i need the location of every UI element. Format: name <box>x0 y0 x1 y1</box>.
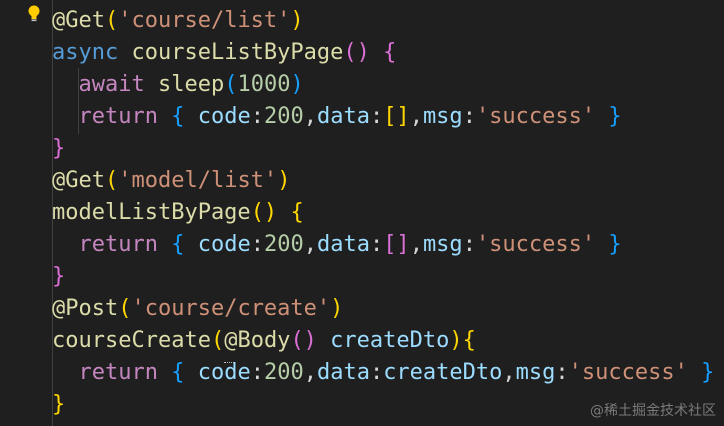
code-token: msg <box>422 232 463 257</box>
code-line[interactable]: @Get('course/list') <box>52 5 304 37</box>
code-token: , <box>502 360 516 385</box>
code-token: , <box>409 104 423 129</box>
code-token: { <box>462 328 476 353</box>
code-line[interactable]: await sleep(1000) <box>52 69 304 101</box>
code-token: { <box>171 104 185 129</box>
code-token: { <box>171 232 185 257</box>
code-token: : <box>250 360 264 385</box>
code-token: [] <box>383 104 410 129</box>
code-token: @Post <box>52 296 119 321</box>
code-token: code <box>184 360 251 385</box>
code-token: @Get <box>52 168 105 193</box>
lightbulb-icon[interactable] <box>27 4 41 24</box>
code-token: msg <box>422 104 463 129</box>
code-line[interactable]: @Post('course/create') <box>52 293 343 325</box>
code-token: } <box>608 232 622 257</box>
code-token: } <box>701 360 715 385</box>
code-token: 'success' <box>475 232 596 257</box>
code-token: data <box>316 232 370 257</box>
code-token: 'course/list' <box>118 8 291 33</box>
code-token: : <box>462 104 476 129</box>
code-token: 200 <box>263 232 304 257</box>
code-token: { <box>171 360 185 385</box>
code-token: () <box>343 40 370 65</box>
code-token: @Body <box>224 328 291 353</box>
code-line[interactable]: } <box>52 261 65 293</box>
code-token: ( <box>118 296 132 321</box>
code-token: 200 <box>263 104 304 129</box>
code-token: 'success' <box>475 104 596 129</box>
code-token: 1000 <box>237 72 291 97</box>
code-line[interactable]: modelListByPage() { <box>52 197 304 229</box>
code-token: return <box>52 104 172 129</box>
code-token: ) <box>290 72 304 97</box>
watermark: @稀土掘金技术社区 <box>590 403 716 419</box>
code-token: : <box>369 104 384 129</box>
code-token: , <box>303 104 317 129</box>
code-token: code <box>184 104 251 129</box>
code-token: { <box>290 200 304 225</box>
code-token: ) <box>449 328 463 353</box>
code-token: data <box>316 104 370 129</box>
code-token: courseCreate <box>52 328 211 353</box>
code-token: ( <box>224 72 238 97</box>
code-token: : <box>369 232 384 257</box>
code-token: return <box>52 232 172 257</box>
code-token: { <box>383 40 397 65</box>
code-token: await <box>52 72 158 97</box>
code-token: } <box>608 104 622 129</box>
code-token: } <box>52 264 66 289</box>
code-token: ) <box>277 168 291 193</box>
code-token: : <box>250 104 264 129</box>
code-line[interactable]: } <box>52 133 65 165</box>
code-token: createDto <box>383 360 503 385</box>
code-token: ( <box>210 328 225 353</box>
code-token: msg <box>515 360 556 385</box>
code-line[interactable]: async courseListByPage() { <box>52 37 396 69</box>
code-line[interactable]: return { code:200,data:[],msg:'success' … <box>52 229 622 261</box>
code-line[interactable]: return { code:200,data:createDto,msg:'su… <box>52 357 714 389</box>
code-token: , <box>303 360 317 385</box>
code-token: ( <box>104 8 119 33</box>
code-line[interactable]: @Get('model/list') <box>52 165 290 197</box>
code-token: () <box>290 328 317 353</box>
code-token: sleep <box>157 72 225 97</box>
code-token: 200 <box>263 360 304 385</box>
code-token: () <box>250 200 278 225</box>
code-token: ) <box>330 296 344 321</box>
code-token: 'success' <box>568 360 688 385</box>
code-token: async <box>52 40 132 65</box>
code-token: [] <box>383 232 410 257</box>
code-token: modelListByPage <box>52 200 251 225</box>
squiggle-marker <box>224 362 234 365</box>
code-token: } <box>52 392 66 417</box>
code-token: return <box>52 360 172 385</box>
code-token: , <box>409 232 423 257</box>
code-token: courseListByPage <box>131 40 344 65</box>
code-token: , <box>303 232 317 257</box>
code-token: code <box>184 232 251 257</box>
code-token: : <box>250 232 264 257</box>
code-token: 'model/list' <box>118 168 278 193</box>
code-token: : <box>462 232 476 257</box>
code-line[interactable]: } <box>52 389 65 421</box>
code-line[interactable]: courseCreate(@Body() createDto){ <box>52 325 476 357</box>
code-token: 'course/create' <box>131 296 331 321</box>
code-token: @Get <box>52 8 105 33</box>
code-token: ) <box>290 8 304 33</box>
code-token: ( <box>104 168 119 193</box>
code-line[interactable]: return { code:200,data:[],msg:'success' … <box>52 101 622 133</box>
code-editor[interactable]: @Get('course/list') async courseListByPag… <box>0 0 724 426</box>
code-token: : <box>369 360 384 385</box>
code-token: } <box>52 136 66 161</box>
code-token: data <box>316 360 370 385</box>
code-token: createDto <box>316 328 450 353</box>
code-token: : <box>555 360 569 385</box>
